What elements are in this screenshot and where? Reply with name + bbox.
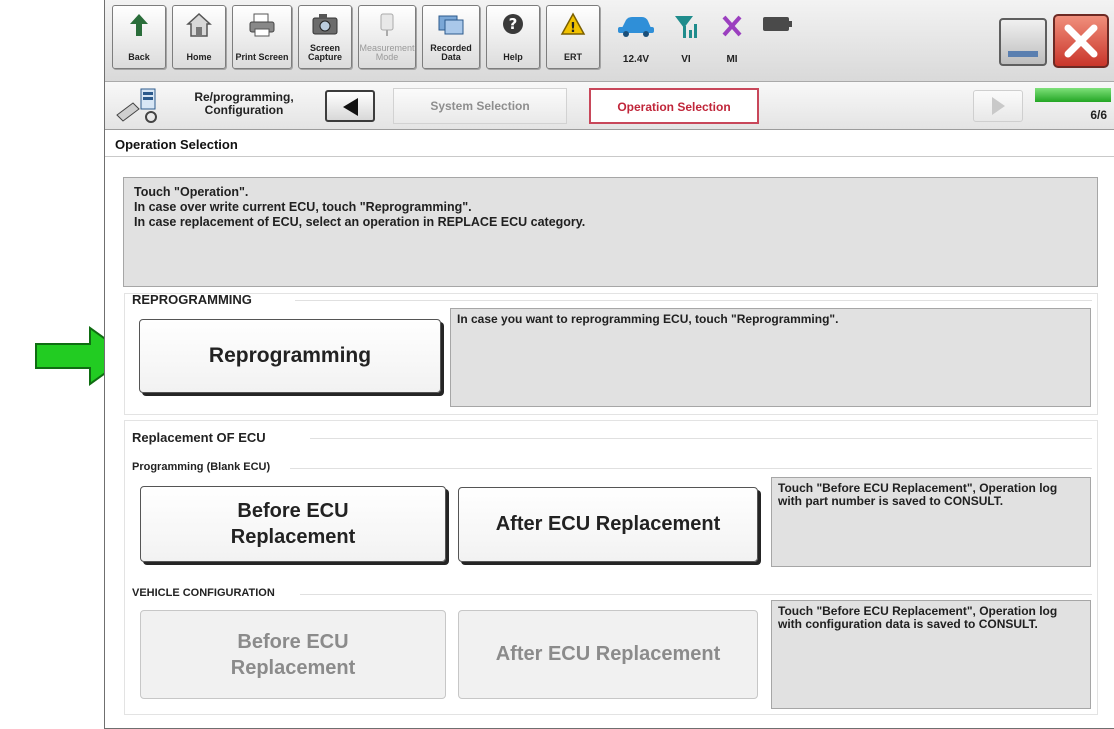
reprogramming-description: In case you want to reprogramming ECU, t… (450, 308, 1091, 407)
screen-capture-button[interactable]: Screen Capture (298, 5, 352, 69)
breadcrumb-back-button[interactable] (325, 90, 375, 122)
home-button[interactable]: Home (172, 5, 226, 69)
triangle-left-icon (343, 98, 358, 116)
mi-disconnected-icon (722, 15, 742, 37)
progress-fill (1035, 88, 1111, 102)
reprogramming-section: REPROGRAMMING Reprogramming In case you … (124, 292, 1098, 415)
reprogramming-button[interactable]: Reprogramming (139, 319, 441, 393)
divider (295, 300, 1092, 301)
instruction-panel: Touch "Operation". In case over write cu… (123, 177, 1098, 287)
replacement-section-title: Replacement OF ECU (132, 430, 266, 445)
page-title: Operation Selection (115, 137, 238, 152)
instruction-line: Touch "Operation". (134, 185, 249, 199)
vi-text: VI (681, 54, 691, 65)
configuration-after-ecu-replacement-button[interactable]: After ECU Replacement (458, 610, 758, 699)
car-icon (618, 17, 654, 37)
breadcrumb-step-operation-selection[interactable]: Operation Selection (589, 88, 759, 124)
home-icon (186, 12, 212, 37)
divider (300, 594, 1092, 595)
help-label: Help (503, 52, 523, 62)
recorded-data-button[interactable]: Recorded Data (422, 5, 480, 69)
print-screen-button[interactable]: Print Screen (232, 5, 292, 69)
home-button-label: Home (186, 52, 212, 62)
instruction-line: In case over write current ECU, touch "R… (134, 200, 472, 214)
svg-text:!: ! (570, 21, 576, 36)
breadcrumb-step-system-selection[interactable]: System Selection (393, 88, 567, 124)
mi-indicator: MI (711, 8, 753, 68)
step-progress: 6/6 (1033, 84, 1113, 128)
camera-icon (312, 14, 338, 35)
programming-description: Touch "Before ECU Replacement", Operatio… (771, 477, 1091, 567)
help-button[interactable]: ? Help (486, 5, 540, 69)
programming-after-ecu-replacement-button[interactable]: After ECU Replacement (458, 487, 758, 562)
device-indicator (755, 8, 799, 68)
configuration-before-ecu-replacement-button[interactable]: Before ECU Replacement (140, 610, 446, 699)
svg-text:?: ? (509, 15, 518, 33)
measurement-mode-button[interactable]: Measurement Mode (358, 5, 416, 69)
minimize-button[interactable] (999, 18, 1047, 66)
back-button-label: Back (128, 52, 150, 62)
back-arrow-icon (130, 14, 148, 36)
breadcrumb: Re/programming, Configuration System Sel… (105, 82, 1114, 130)
battery-voltage-indicator: 12.4V (611, 8, 661, 68)
breadcrumb-forward-button[interactable] (973, 90, 1023, 122)
mi-text: MI (726, 54, 738, 65)
signal-icon (675, 16, 697, 38)
vehicle-configuration-description: Touch "Before ECU Replacement", Operatio… (771, 600, 1091, 709)
recorded-data-icon (438, 15, 464, 35)
ert-button[interactable]: ! ERT (546, 5, 600, 69)
close-button[interactable] (1053, 14, 1109, 68)
triangle-right-icon (992, 97, 1005, 115)
consult-window: Back Home Print Screen Screen Capture Me… (104, 0, 1114, 729)
progress-text: 6/6 (1090, 108, 1107, 122)
reprogramming-section-title: REPROGRAMMING (132, 292, 252, 307)
divider (290, 468, 1092, 469)
replacement-section: Replacement OF ECU Programming (Blank EC… (124, 420, 1098, 715)
divider (310, 438, 1092, 439)
minimize-icon (1008, 51, 1038, 57)
measurement-mode-label: Measurement Mode (359, 43, 415, 62)
vehicle-configuration-subtitle: VEHICLE CONFIGURATION (132, 587, 275, 599)
print-screen-label: Print Screen (235, 52, 289, 62)
instruction-line: In case replacement of ECU, select an op… (134, 215, 586, 229)
programming-subtitle: Programming (Blank ECU) (132, 461, 271, 473)
reprogramming-app-icon (116, 88, 157, 123)
programming-before-ecu-replacement-button[interactable]: Before ECU Replacement (140, 486, 446, 562)
app-label: Re/programming, Configuration (194, 90, 294, 117)
vi-indicator: VI (665, 8, 707, 68)
screen-capture-label: Screen Capture (307, 43, 342, 62)
recorded-data-label: Recorded Data (430, 43, 472, 62)
printer-icon (249, 13, 275, 37)
page-header: Operation Selection (105, 131, 1114, 157)
help-icon: ? (503, 14, 523, 34)
progress-bar (1035, 88, 1111, 102)
device-icon (763, 17, 792, 31)
back-button[interactable]: Back (112, 5, 166, 69)
ert-label: ERT (564, 52, 582, 62)
close-icon (1064, 24, 1098, 58)
warning-icon: ! (560, 12, 586, 36)
toolbar: Back Home Print Screen Screen Capture Me… (105, 0, 1114, 82)
measurement-icon (380, 13, 394, 36)
voltage-text: 12.4V (622, 54, 650, 65)
